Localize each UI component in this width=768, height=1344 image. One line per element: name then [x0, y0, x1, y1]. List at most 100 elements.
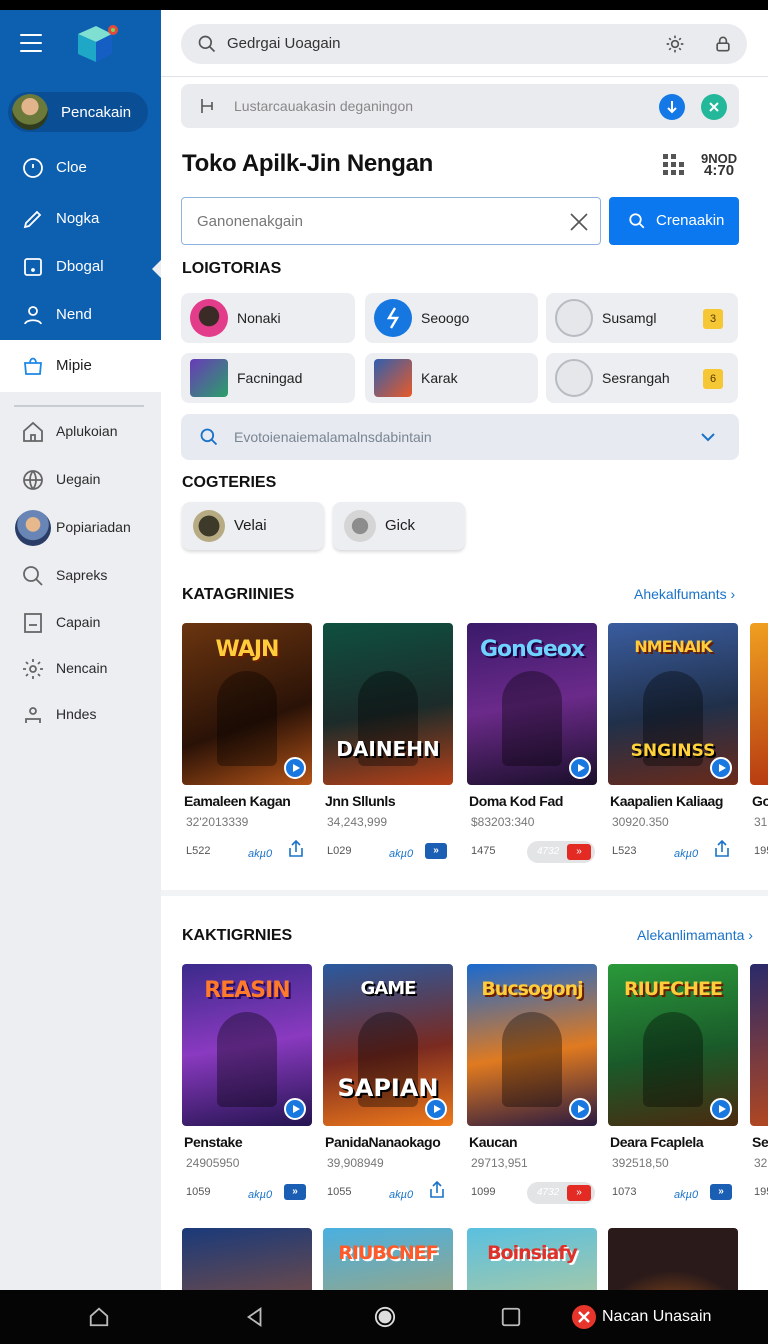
section-title: KAKTIGRNIES [182, 927, 293, 944]
app-poster[interactable] [182, 1228, 312, 1290]
user-profile-pill[interactable]: Pencakain [8, 92, 148, 132]
address-bar[interactable]: Lustarcauakasin deganingon [181, 84, 739, 128]
download-icon[interactable] [659, 94, 685, 120]
category-chip[interactable]: Sesrangah 6 [546, 353, 738, 403]
sidebar-header: Pencakain Cloe Nogka Dbogal Nend [0, 10, 161, 340]
home-icon[interactable] [88, 1306, 110, 1328]
app-poster[interactable] [750, 964, 768, 1126]
category-chip[interactable]: Karak [365, 353, 538, 403]
sidebar-item-capain[interactable]: Capain [0, 601, 161, 645]
app-poster[interactable]: Boinsiafy [467, 1228, 597, 1290]
app-poster[interactable]: GonGeox [467, 623, 597, 785]
back-icon[interactable] [244, 1306, 266, 1328]
user-name: Pencakain [61, 104, 132, 121]
share-icon[interactable] [712, 839, 732, 859]
sidebar-item-hndes[interactable]: Hndes [0, 693, 161, 737]
sidebar-item-label: Nend [56, 306, 92, 323]
app-downloads: 34,243,999 [327, 815, 388, 829]
app-poster[interactable]: RIUBCNEF [323, 1228, 453, 1290]
install-button[interactable]: 4732» [527, 1182, 595, 1204]
app-poster[interactable]: Bucsogonj [467, 964, 597, 1126]
app-downloads: 32 [754, 1156, 768, 1170]
app-poster[interactable]: DAINEHN [323, 623, 453, 785]
tag-icon [193, 510, 225, 542]
top-search-text: Gedrgai Uoagain [227, 35, 341, 52]
category-chip[interactable]: Facningad [181, 353, 355, 403]
share-icon[interactable] [286, 839, 306, 859]
dropdown-text: Evotoienaiemalamalnsdabintain [234, 429, 432, 445]
category-tag[interactable]: Velai [182, 502, 324, 550]
category-chip[interactable]: Seoogo [365, 293, 538, 343]
chip-label: Susamgl [602, 310, 657, 326]
fast-forward-icon[interactable]: » [710, 1184, 732, 1200]
sidebar-item-popiariadan[interactable]: Popiariadan [0, 506, 161, 550]
gear-icon[interactable] [665, 34, 685, 54]
sidebar-item-cloe[interactable]: Cloe [0, 146, 161, 190]
section-separator [161, 890, 768, 896]
person-icon [21, 703, 45, 727]
search-input[interactable]: Ganonenakgain [181, 197, 601, 245]
app-poster[interactable]: REASIN [182, 964, 312, 1126]
app-poster[interactable]: NMENAIK SNGINSS [608, 623, 738, 785]
close-icon[interactable] [701, 94, 727, 120]
sidebar-divider [14, 405, 144, 407]
app-poster[interactable]: WAJN [182, 623, 312, 785]
clear-icon[interactable] [568, 211, 590, 233]
grid-icon[interactable] [663, 154, 685, 176]
app-card[interactable]: Go 316 195 [750, 623, 768, 873]
app-poster[interactable] [750, 623, 768, 785]
play-icon[interactable] [569, 757, 591, 779]
app-card[interactable]: Se 32 195 [750, 964, 768, 1214]
sidebar-item-uegain[interactable]: Uegain [0, 458, 161, 502]
document-icon [21, 611, 45, 635]
sidebar-item-nend[interactable]: Nend [0, 293, 161, 337]
category-tag[interactable]: Gick [333, 502, 465, 550]
sidebar-item-label: Popiariadan [56, 519, 131, 535]
play-icon[interactable] [569, 1098, 591, 1120]
chip-badge: 6 [703, 369, 723, 389]
sidebar-item-label: Aplukoian [56, 423, 118, 439]
sidebar-item-label: Dbogal [56, 258, 104, 275]
play-icon[interactable] [710, 1098, 732, 1120]
user-avatar [12, 94, 48, 130]
app-poster[interactable]: GAME SAPIAN [323, 964, 453, 1126]
share-icon[interactable] [427, 1180, 447, 1200]
search-button[interactable]: Crenaakin [609, 197, 739, 245]
tab-icon [199, 96, 219, 116]
app-name: Penstake [184, 1134, 243, 1150]
play-icon[interactable] [710, 757, 732, 779]
app-poster[interactable]: RIUFCHEE [608, 964, 738, 1126]
fast-forward-icon[interactable]: » [284, 1184, 306, 1200]
hamburger-menu-icon[interactable] [20, 34, 42, 52]
sidebar-item-aplukoian[interactable]: Aplukoian [0, 410, 161, 454]
page-title: Toko Apilk-Jin Nengan [182, 150, 434, 177]
sidebar-item-nencain[interactable]: Nencain [0, 647, 161, 691]
see-all-link[interactable]: Ahekalfumants › [634, 586, 735, 602]
top-search-bar[interactable]: Gedrgai Uoagain [181, 24, 747, 64]
app-poster[interactable] [608, 1228, 738, 1290]
home-circle-icon[interactable] [374, 1306, 396, 1328]
sidebar-item-sapreks[interactable]: Sapreks [0, 554, 161, 598]
fast-forward-icon[interactable]: » [425, 843, 447, 859]
lock-icon[interactable] [713, 34, 733, 54]
install-button[interactable]: 4732» [527, 841, 595, 863]
category-chip[interactable]: Susamgl 3 [546, 293, 738, 343]
category-chip[interactable]: Nonaki [181, 293, 355, 343]
status-bar [0, 0, 768, 10]
navbar-app-label[interactable]: Nacan Unasain [602, 1308, 711, 1326]
sidebar-item-mipie[interactable]: Mipie [0, 340, 161, 392]
play-icon[interactable] [425, 1098, 447, 1120]
play-icon[interactable] [284, 757, 306, 779]
app-name: Doma Kod Fad [469, 793, 563, 809]
play-icon[interactable] [284, 1098, 306, 1120]
category-dropdown[interactable]: Evotoienaiemalamalnsdabintain [181, 414, 739, 460]
app-rating: akµ0 [674, 1189, 699, 1201]
app-badge-icon[interactable] [572, 1305, 596, 1329]
app-name: Kaapalien Kaliaag [610, 793, 724, 809]
recent-apps-icon[interactable] [500, 1306, 522, 1328]
tag-label: Velai [234, 517, 267, 534]
sidebar-item-dbogal[interactable]: Dbogal [0, 245, 161, 289]
sidebar-item-label: Nencain [56, 660, 108, 676]
see-all-link[interactable]: Alekanlimamanta › [637, 927, 753, 943]
sidebar-item-nogka[interactable]: Nogka [0, 197, 161, 241]
